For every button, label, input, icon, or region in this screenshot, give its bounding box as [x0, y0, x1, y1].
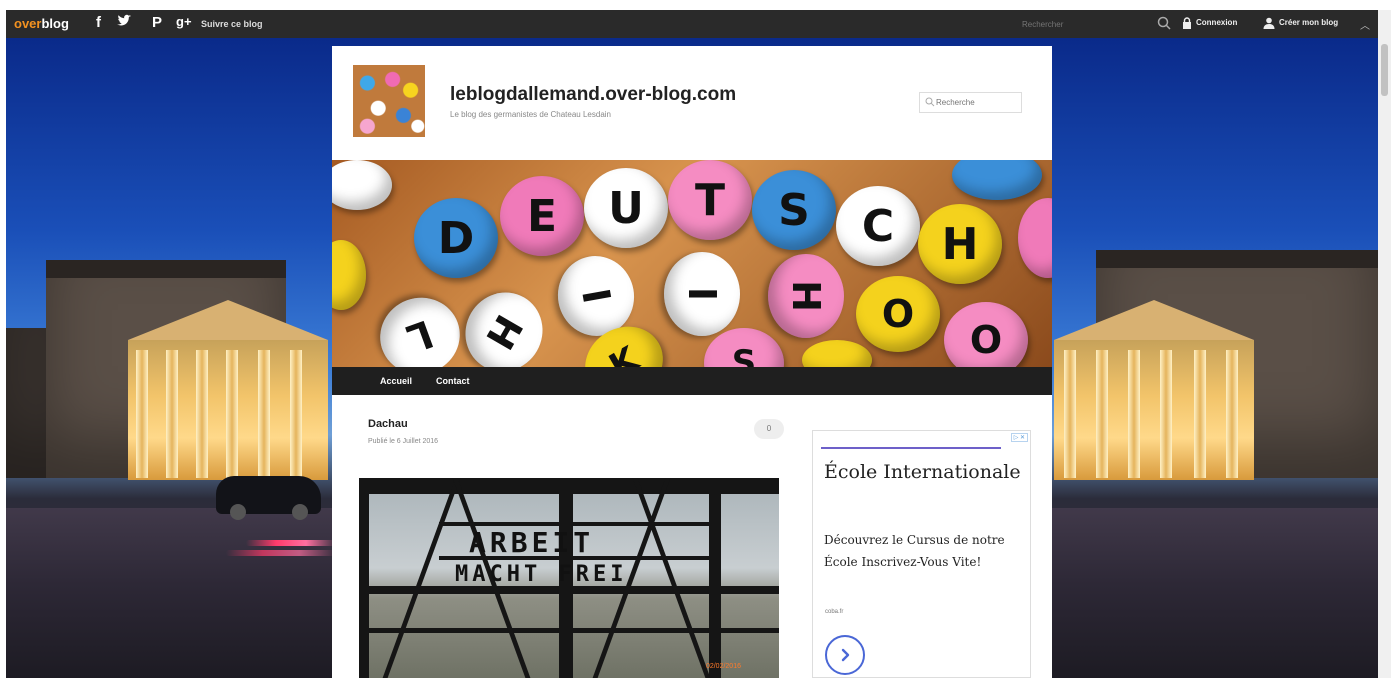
overblog-topbar: overblog f P g+ Suivre ce blog Connexion…	[6, 10, 1378, 38]
light-streak	[226, 550, 336, 556]
logo-main: blog	[41, 16, 69, 31]
letter-bead-h: H	[918, 204, 1002, 284]
page-scrollbar[interactable]	[1378, 10, 1391, 678]
light-streak	[246, 540, 336, 546]
ad-title[interactable]: École Internationale	[824, 457, 1024, 488]
blog-avatar[interactable]	[353, 65, 425, 137]
left-pediment	[128, 300, 328, 340]
letter-bead-o2: O	[944, 302, 1028, 367]
letter-bead-c: C	[836, 186, 920, 266]
post-title[interactable]: Dachau	[368, 418, 408, 430]
google-plus-icon[interactable]: g+	[176, 14, 192, 29]
nav-contact[interactable]: Contact	[436, 376, 470, 386]
facebook-icon[interactable]: f	[96, 14, 101, 31]
letter-bead-o: O	[856, 276, 940, 352]
car	[216, 476, 321, 520]
letter-bead	[1018, 198, 1052, 278]
login-link[interactable]: Connexion	[1196, 18, 1237, 27]
letter-bead-h3: H	[768, 254, 844, 338]
advertisement[interactable]: ▷ ✕ École Internationale Découvrez le Cu…	[812, 430, 1031, 678]
ad-source: coba.fr	[825, 609, 844, 615]
ad-accent-line	[821, 447, 1001, 449]
overblog-logo[interactable]: overblog	[14, 16, 69, 31]
blog-subtitle: Le blog des germanistes de Chateau Lesda…	[450, 110, 611, 119]
letter-bead-t: T	[668, 160, 752, 240]
letter-bead-s2: S	[704, 328, 784, 367]
letter-bead	[802, 340, 872, 367]
adchoices-icon[interactable]: ▷ ✕	[1010, 433, 1028, 442]
chevron-up-icon[interactable]: ︿	[1360, 17, 1370, 32]
letter-bead-u: U	[584, 168, 668, 248]
right-portico	[1054, 340, 1254, 480]
letter-bead-l: L	[369, 286, 471, 367]
letter-bead-h2: H	[451, 278, 557, 367]
chevron-right-icon	[841, 648, 850, 662]
blog-title[interactable]: leblogdallemand.over-blog.com	[450, 84, 736, 106]
post-image-dachau-gate[interactable]: ARBEIT MACHT FREI 02/02/2016	[359, 478, 779, 678]
scrollbar-thumb[interactable]	[1381, 44, 1388, 96]
pinterest-icon[interactable]: P	[152, 14, 162, 31]
ad-body[interactable]: Découvrez le Cursus de notre École Inscr…	[824, 529, 1024, 573]
post-date: Publié le 6 Juillet 2016	[368, 438, 439, 445]
follow-blog-button[interactable]: Suivre ce blog	[201, 19, 263, 29]
gate-text-line1: ARBEIT	[469, 526, 595, 559]
left-portico	[128, 340, 328, 480]
search-icon[interactable]	[1156, 15, 1172, 31]
letter-bead	[952, 160, 1042, 200]
blog-page: leblogdallemand.over-blog.com Le blog de…	[332, 46, 1052, 678]
blog-nav: Accueil Contact	[332, 367, 1052, 395]
letter-bead-e: E	[500, 176, 584, 256]
letter-bead-s: S	[752, 170, 836, 250]
header-banner: D E U T S C H L H I I H O O S K	[332, 160, 1052, 367]
create-blog-link[interactable]: Créer mon blog	[1279, 18, 1338, 27]
letter-bead	[332, 160, 392, 210]
logo-prefix: over	[14, 16, 42, 31]
letter-bead-d: D	[414, 198, 498, 278]
ad-arrow-button[interactable]	[825, 635, 865, 675]
topbar-search-input[interactable]	[1016, 15, 1176, 33]
user-icon	[1263, 17, 1275, 29]
comment-count-bubble[interactable]: 0	[754, 419, 784, 439]
letter-bead-i2: I	[664, 252, 740, 336]
letter-bead	[332, 240, 366, 310]
twitter-icon[interactable]	[116, 14, 132, 32]
lock-icon	[1183, 17, 1191, 29]
image-date-stamp: 02/02/2016	[705, 663, 741, 670]
right-pediment	[1054, 300, 1254, 340]
gate-text-line2: MACHT FREI	[455, 562, 628, 587]
search-icon	[925, 97, 935, 107]
nav-home[interactable]: Accueil	[380, 376, 412, 386]
